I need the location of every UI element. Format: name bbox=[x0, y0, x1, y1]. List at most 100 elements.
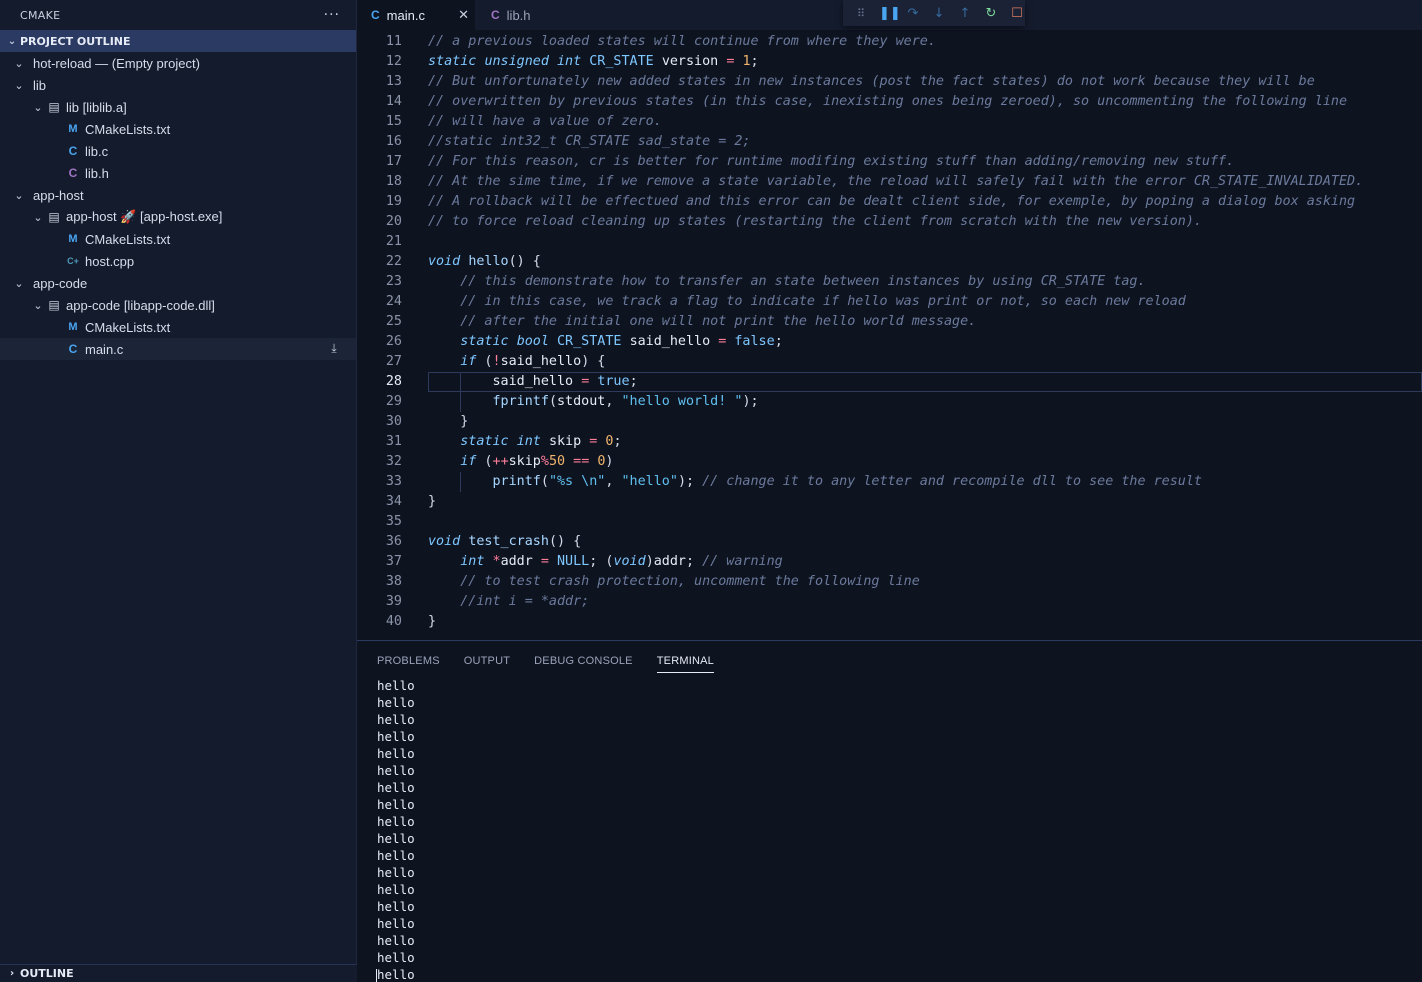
code-line[interactable]: 40} bbox=[357, 612, 1422, 632]
code-line[interactable]: 35 bbox=[357, 512, 1422, 532]
terminal-output[interactable]: hello hello hello hello hello hello hello hello… bbox=[376, 677, 415, 982]
tree-item[interactable]: ⌄ ▤ lib [liblib.a] bbox=[0, 96, 356, 118]
code-text: if (++skip%50 == 0) bbox=[460, 454, 614, 469]
outline-section-header[interactable]: › OUTLINE bbox=[0, 964, 357, 982]
step-out-icon[interactable]: ↑ bbox=[957, 6, 973, 21]
terminal-text: hello bbox=[377, 763, 415, 778]
code-text: static int skip = 0; bbox=[460, 434, 622, 449]
code-line[interactable]: 19 // A rollback will be effectued and th… bbox=[357, 192, 1422, 212]
tree-item[interactable]: ⌄ lib bbox=[0, 74, 356, 96]
code-line[interactable]: 28 said_hello = true; bbox=[357, 372, 1422, 392]
tree-item[interactable]: ⌄ ▤ app-host 🚀 [app-host.exe] bbox=[0, 206, 356, 228]
drag-grip-icon[interactable]: ⠿ bbox=[853, 7, 869, 20]
tab-problems[interactable]: PROBLEMS bbox=[377, 655, 440, 673]
line-number: 21 bbox=[385, 234, 402, 249]
terminal-text: hello bbox=[377, 814, 415, 829]
code-line[interactable]: 31 static int skip = 0; bbox=[357, 432, 1422, 452]
tree-item[interactable]: Clib.c bbox=[0, 140, 356, 162]
chevron-down-icon: ⌄ bbox=[7, 35, 17, 47]
code-text: // after the initial one will not print … bbox=[460, 314, 977, 329]
code-line[interactable]: 17 // For this reason, cr is better for r… bbox=[357, 152, 1422, 172]
project-outline-section-header[interactable]: ⌄ PROJECT OUTLINE bbox=[0, 30, 356, 52]
outline-title: OUTLINE bbox=[20, 967, 74, 980]
line-number: 25 bbox=[385, 314, 402, 329]
library-icon: ▤ bbox=[48, 210, 60, 224]
code-line[interactable]: 23 // this demonstrate how to transfer a… bbox=[357, 272, 1422, 292]
terminal-line: hello bbox=[377, 762, 415, 779]
code-line[interactable]: 16 //static int32_t CR_STATE sad_state = … bbox=[357, 132, 1422, 152]
code-line[interactable]: 30 } bbox=[357, 412, 1422, 432]
restart-icon[interactable]: ↻ bbox=[983, 6, 999, 21]
tree-item[interactable]: Cmain.c ⤓ bbox=[0, 338, 356, 360]
code-line[interactable]: 36 void test_crash() { bbox=[357, 532, 1422, 552]
code-line[interactable]: 20 // to force reload cleaning up states … bbox=[357, 212, 1422, 232]
terminal-text: hello bbox=[377, 695, 415, 710]
code-line[interactable]: 25 // after the initial one will not pri… bbox=[357, 312, 1422, 332]
sidebar-title: CMAKE bbox=[20, 8, 61, 22]
code-line[interactable]: 14 // overwritten by previous states (in … bbox=[357, 92, 1422, 112]
library-icon: ▤ bbox=[48, 100, 60, 114]
tree-item[interactable]: ⌄ app-code bbox=[0, 272, 356, 294]
terminal-line: hello bbox=[377, 779, 415, 796]
pause-icon[interactable]: ❚❚ bbox=[879, 6, 901, 21]
tree-item[interactable]: ⌄ app-host bbox=[0, 184, 356, 206]
terminal-line: hello bbox=[377, 949, 415, 966]
more-actions-icon[interactable]: ··· bbox=[324, 7, 340, 23]
code-line[interactable]: 21 bbox=[357, 232, 1422, 252]
code-line[interactable]: 18 // At the sime time, if we remove a st… bbox=[357, 172, 1422, 192]
tree-item[interactable]: M CMakeLists.txt bbox=[0, 118, 356, 140]
code-line[interactable]: 34} bbox=[357, 492, 1422, 512]
code-line[interactable]: 26 static bool CR_STATE said_hello = fal… bbox=[357, 332, 1422, 352]
code-text: // a previous loaded states will continu… bbox=[428, 34, 936, 49]
code-line[interactable]: 37 int *addr = NULL; (void)addr; // warn… bbox=[357, 552, 1422, 572]
code-text: } bbox=[428, 414, 469, 429]
tab-lib-h[interactable]: C lib.h bbox=[477, 0, 595, 30]
tree-item[interactable]: ⌄ hot-reload — (Empty project) bbox=[0, 52, 356, 74]
code-line[interactable]: 12 static unsigned int CR_STATE version =… bbox=[357, 52, 1422, 72]
code-line[interactable]: 38 // to test crash protection, uncommen… bbox=[357, 572, 1422, 592]
tree-item[interactable]: Clib.h bbox=[0, 162, 356, 184]
step-over-icon[interactable]: ↷ bbox=[905, 6, 921, 21]
code-line[interactable]: 15 // will have a value of zero. bbox=[357, 112, 1422, 132]
step-into-icon[interactable]: ↓ bbox=[931, 6, 947, 21]
code-text: if (!said_hello) { bbox=[460, 354, 606, 369]
tree-item[interactable]: M CMakeLists.txt bbox=[0, 228, 356, 250]
tree-item[interactable]: ⌄ ▤ app-code [libapp-code.dll] bbox=[0, 294, 356, 316]
terminal-line: hello bbox=[377, 898, 415, 915]
code-text: //int i = *addr; bbox=[460, 594, 590, 609]
code-editor[interactable]: 11 // a previous loaded states will conti… bbox=[357, 32, 1422, 638]
line-number: 33 bbox=[385, 474, 402, 489]
terminal-text: hello bbox=[377, 899, 415, 914]
code-line[interactable]: 33 printf("%s \n", "hello"); // change i… bbox=[357, 472, 1422, 492]
code-line[interactable]: 22 void hello() { bbox=[357, 252, 1422, 272]
tree-item-label: host.cpp bbox=[85, 253, 135, 269]
code-line[interactable]: 24 // in this case, we track a flag to i… bbox=[357, 292, 1422, 312]
line-number: 18 bbox=[385, 174, 402, 189]
code-text: void test_crash() { bbox=[428, 534, 582, 549]
tab-terminal[interactable]: TERMINAL bbox=[656, 655, 714, 673]
tree-item[interactable]: M CMakeLists.txt bbox=[0, 316, 356, 338]
set-launch-target-icon[interactable]: ⤓ bbox=[326, 341, 342, 357]
stop-icon[interactable]: ☐ bbox=[1009, 6, 1025, 21]
code-text: // But unfortunately new added states in… bbox=[428, 74, 1315, 89]
code-line[interactable]: 13 // But unfortunately new added states … bbox=[357, 72, 1422, 92]
tab-label: main.c bbox=[386, 7, 425, 23]
code-line[interactable]: 27 if (!said_hello) { bbox=[357, 352, 1422, 372]
tab-main-c[interactable]: C main.c ✕ bbox=[357, 0, 475, 30]
line-number: 12 bbox=[385, 54, 402, 69]
line-number: 28 bbox=[385, 374, 402, 389]
tab-output[interactable]: OUTPUT bbox=[464, 655, 510, 673]
tree-item[interactable]: C+ host.cpp bbox=[0, 250, 356, 272]
chevron-right-icon: › bbox=[9, 968, 15, 979]
code-line[interactable]: 11 // a previous loaded states will conti… bbox=[357, 32, 1422, 52]
line-number: 13 bbox=[385, 74, 402, 89]
code-line[interactable]: 39 //int i = *addr; bbox=[357, 592, 1422, 612]
tree-item-label: app-code bbox=[33, 275, 88, 291]
code-text: said_hello = true; bbox=[492, 374, 638, 389]
code-line[interactable]: 29 fprintf(stdout, "hello world! "); bbox=[357, 392, 1422, 412]
debug-toolbar: ⠿ ❚❚ ↷ ↓ ↑ ↻ ☐ bbox=[843, 0, 1025, 26]
cmake-icon: M bbox=[68, 123, 78, 135]
code-line[interactable]: 32 if (++skip%50 == 0) bbox=[357, 452, 1422, 472]
close-icon[interactable]: ✕ bbox=[458, 7, 469, 23]
tab-debug-console[interactable]: DEBUG CONSOLE bbox=[534, 655, 633, 673]
